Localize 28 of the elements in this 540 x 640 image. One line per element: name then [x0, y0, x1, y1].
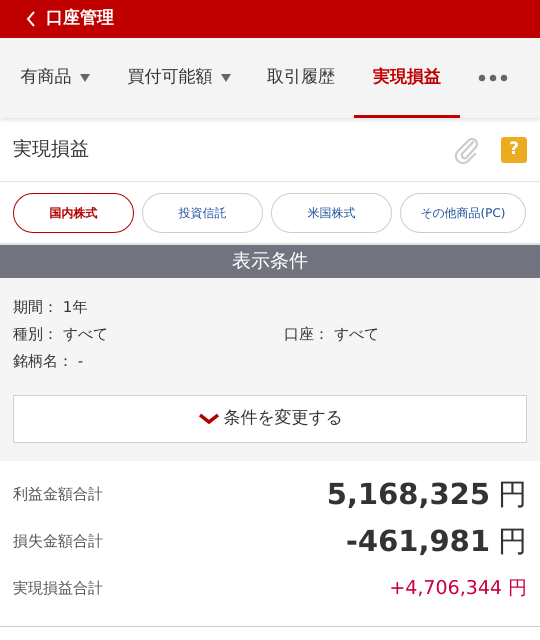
page-title: 実現損益 [13, 137, 90, 162]
summary-label: 実現損益合計 [13, 578, 103, 600]
header-title: 口座管理 [46, 7, 114, 30]
condition-text: 口座： すべて [284, 324, 379, 346]
back-icon[interactable] [26, 11, 36, 27]
currency-unit: 円 [498, 476, 527, 513]
tab[interactable]: 取引履歴 [248, 38, 354, 118]
section-header: 表示条件 [0, 245, 540, 278]
condition-text: 期間： 1年 [13, 297, 88, 318]
category-chip[interactable]: 投資信託 [142, 192, 263, 232]
category-chip[interactable]: その他商品(PC) [400, 192, 526, 232]
amount-value: -461,981 [346, 522, 490, 560]
category-chip[interactable]: 国内株式 [13, 192, 134, 232]
amount-value: +4,706,344 [389, 576, 502, 602]
currency-unit: 円 [508, 576, 527, 602]
currency-unit: 円 [498, 522, 527, 560]
change-conditions-button[interactable]: 条件を変更する [13, 395, 527, 443]
tab[interactable]: 実現損益 [354, 38, 460, 118]
summary-label: 利益金額合計 [13, 484, 103, 506]
condition-text: 銘柄名： - [13, 351, 84, 372]
category-chip[interactable]: 米国株式 [271, 192, 392, 232]
tab[interactable]: 有商品 [0, 38, 110, 118]
summary-label: 損失金額合計 [13, 531, 103, 552]
amount-value: 5,168,325 [326, 476, 490, 513]
chevron-down-icon [198, 413, 220, 425]
tab[interactable]: 買付可能額 [110, 38, 248, 118]
paperclip-icon[interactable] [453, 136, 479, 164]
condition-text: 種別： すべて [13, 324, 109, 346]
